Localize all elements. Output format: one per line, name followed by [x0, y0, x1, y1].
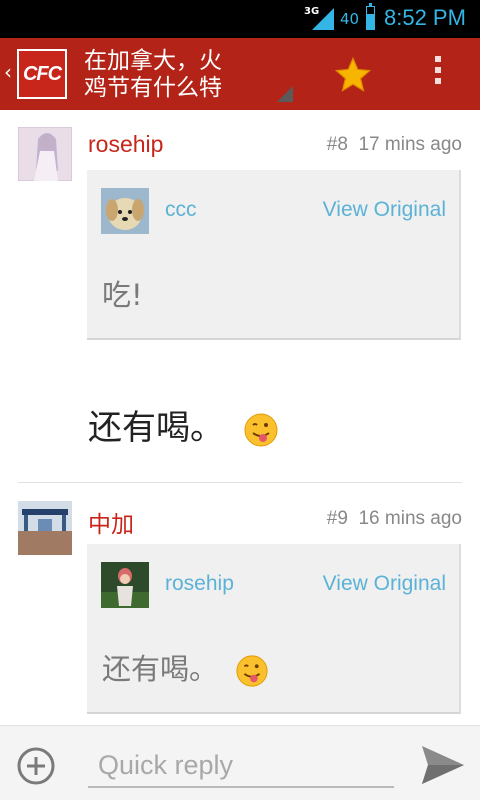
chevron-left-icon[interactable]: ‹: [4, 60, 12, 84]
tongue-emoji-icon: [236, 655, 268, 687]
avatar[interactable]: [18, 501, 72, 555]
post-number: #8: [326, 134, 348, 155]
signal-strength-label: 40: [340, 10, 360, 28]
quote-box: rosehip View Original 还有喝。: [87, 544, 461, 714]
overflow-dot: [435, 67, 441, 73]
view-original-link[interactable]: View Original: [323, 572, 446, 596]
thread-title-line1: 在加拿大，火: [84, 48, 222, 74]
favorite-button[interactable]: [331, 53, 375, 97]
quote-avatar[interactable]: [101, 562, 149, 608]
quote-author[interactable]: rosehip: [165, 572, 234, 596]
overflow-dot: [435, 78, 441, 84]
post-number: #9: [326, 508, 348, 529]
send-icon: [422, 746, 464, 784]
star-icon: [334, 56, 372, 92]
post-author[interactable]: rosehip: [88, 131, 163, 158]
action-bar: ‹ CFC 在加拿大，火 鸡节有什么特: [0, 38, 480, 110]
battery-icon: [366, 3, 375, 30]
view-original-link[interactable]: View Original: [323, 198, 446, 222]
dropdown-corner-indicator: [277, 86, 293, 102]
quote-text-content: 还有喝。: [102, 652, 219, 686]
thread-title-line2: 鸡节有什么特: [84, 75, 222, 101]
overflow-dot: [435, 56, 441, 62]
thread-title[interactable]: 在加拿大，火 鸡节有什么特: [84, 48, 254, 102]
quote-avatar[interactable]: [101, 188, 149, 234]
post-divider: [18, 482, 462, 483]
add-attachment-button[interactable]: [16, 746, 56, 786]
post-item: 中加 #9 16 mins ago rosehip View Original …: [0, 484, 480, 724]
quote-author[interactable]: ccc: [165, 198, 197, 222]
status-clock: 8:52 PM: [384, 5, 466, 30]
post-author[interactable]: 中加: [88, 505, 134, 539]
quote-box: ccc View Original 吃!: [87, 170, 461, 340]
post-meta: #8 17 mins ago: [327, 134, 462, 156]
post-body-text: 还有喝。: [88, 408, 224, 448]
quick-reply-input[interactable]: [88, 744, 394, 788]
send-button[interactable]: [420, 744, 466, 786]
overflow-menu-button[interactable]: [428, 56, 448, 92]
post-body: 还有喝。: [88, 400, 279, 449]
logo-text: CFC: [19, 51, 65, 97]
post-time: 16 mins ago: [358, 508, 462, 529]
app-logo[interactable]: CFC: [17, 49, 67, 99]
avatar[interactable]: [18, 127, 72, 181]
post-item: rosehip #8 17 mins ago ccc View Original…: [0, 110, 480, 482]
post-time: 17 mins ago: [358, 134, 462, 155]
tongue-emoji-icon: [244, 413, 278, 446]
post-meta: #9 16 mins ago: [327, 508, 462, 530]
quote-text: 还有喝。: [102, 646, 269, 688]
add-circle-icon: [17, 747, 55, 785]
quote-text: 吃!: [102, 278, 143, 312]
status-bar: 3G 40 8:52 PM: [0, 0, 480, 38]
quick-reply-bar: [0, 725, 480, 800]
signal-icon: [312, 8, 334, 30]
